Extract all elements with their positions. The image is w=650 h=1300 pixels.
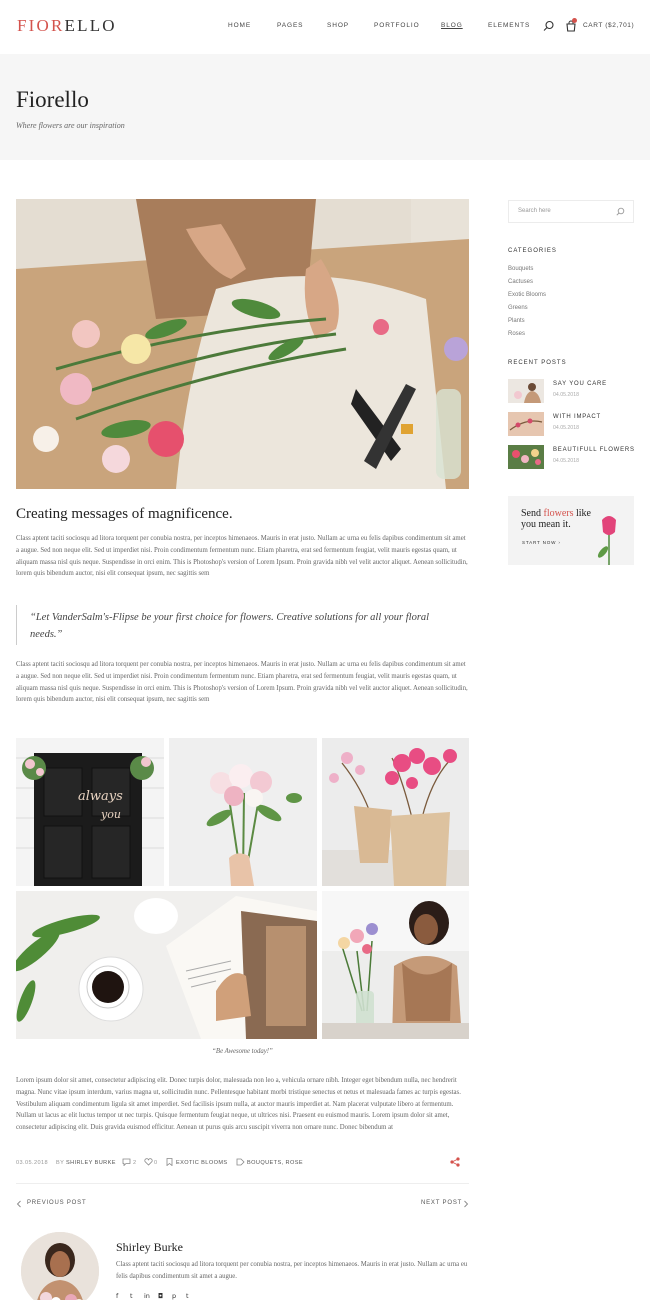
recent-post-date: 04.05.2018 — [553, 392, 579, 398]
divider — [16, 1183, 469, 1184]
svg-text:always: always — [78, 789, 123, 804]
title-banner — [0, 54, 650, 160]
tumblr-icon[interactable]: t — [186, 1292, 189, 1300]
category-roses[interactable]: Roses — [508, 331, 525, 337]
gallery-caption: “Be Awesome today!” — [212, 1048, 273, 1055]
promo-line1-accent: flowers — [543, 508, 574, 519]
page-title: Fiorello — [16, 87, 89, 112]
next-post-link[interactable]: NEXT POST — [421, 1200, 462, 1206]
recent-post-title[interactable]: WITH IMPACT — [553, 414, 601, 420]
post-paragraph-2: Class aptent taciti sociosqu ad litora t… — [16, 661, 468, 704]
nav-home[interactable]: HOME — [228, 22, 251, 29]
nav-elements[interactable]: ELEMENTS — [488, 22, 530, 29]
category-exotic-blooms[interactable]: Exotic Blooms — [508, 292, 546, 298]
gallery-image-potted[interactable] — [322, 738, 469, 886]
logo-accent: FIOR — [17, 16, 65, 35]
nav-blog[interactable]: BLOG — [441, 22, 463, 29]
quote-bar — [16, 605, 17, 645]
post-paragraph-1: Class aptent taciti sociosqu ad litora t… — [16, 535, 468, 578]
gallery-image-florist[interactable] — [322, 891, 469, 1039]
like-count: 0 — [154, 1160, 158, 1166]
linkedin-icon[interactable]: in — [144, 1292, 150, 1300]
recent-post-date: 04.05.2018 — [553, 458, 579, 464]
search-input[interactable]: Search here — [508, 200, 634, 223]
site-logo[interactable]: FIORELLO — [17, 16, 117, 36]
tulip-illustration — [597, 516, 616, 565]
category-greens[interactable]: Greens — [508, 305, 528, 311]
search-icon[interactable] — [543, 20, 555, 32]
category-plants[interactable]: Plants — [508, 318, 525, 324]
logo-rest: ELLO — [64, 16, 117, 35]
hero-image — [16, 199, 469, 489]
recent-post-thumb[interactable] — [508, 379, 544, 403]
pinterest-icon[interactable]: p — [172, 1292, 176, 1300]
recent-post-thumb[interactable] — [508, 412, 544, 436]
promo-line1-end: like — [573, 508, 591, 519]
promo-line2: you mean it. — [521, 519, 571, 530]
share-icon[interactable] — [450, 1157, 460, 1167]
tag-icon — [236, 1158, 245, 1166]
recent-post-title[interactable]: SAY YOU CARE — [553, 381, 607, 387]
previous-post-link[interactable]: PREVIOUS POST — [27, 1200, 86, 1206]
chevron-left-icon[interactable] — [16, 1200, 22, 1208]
facebook-icon[interactable]: f — [116, 1292, 118, 1300]
search-placeholder: Search here — [518, 208, 551, 214]
post-by-label: BY — [56, 1160, 65, 1166]
recent-post-thumb[interactable] — [508, 445, 544, 469]
cart-count-badge — [572, 18, 577, 23]
gallery-image-coffee[interactable] — [16, 891, 317, 1039]
post-author-link[interactable]: SHIRLEY BURKE — [66, 1160, 116, 1166]
svg-text:you: you — [100, 808, 121, 821]
nav-shop[interactable]: SHOP — [327, 22, 349, 29]
post-paragraph-3: Lorem ipsum dolor sit amet, consectetur … — [16, 1077, 461, 1132]
post-title: Creating messages of magnificence. — [16, 506, 233, 522]
category-bouquets[interactable]: Bouquets — [508, 266, 533, 272]
site-header: FIORELLO HOME PAGES SHOP PORTFOLIO BLOG … — [0, 0, 650, 54]
bookmark-icon — [166, 1158, 173, 1166]
recent-post-title[interactable]: BEAUTIFULL FLOWERS — [553, 447, 635, 453]
search-icon[interactable] — [616, 207, 625, 216]
post-quote: “Let VanderSalm's-Flipse be your first c… — [30, 612, 430, 640]
nav-pages[interactable]: PAGES — [277, 22, 303, 29]
recent-posts-heading: RECENT POSTS — [508, 360, 567, 366]
chevron-right-icon[interactable] — [463, 1200, 469, 1208]
page-subtitle: Where flowers are our inspiration — [16, 121, 125, 130]
cart-link[interactable]: CART ($2,701) — [583, 22, 634, 29]
promo-banner[interactable]: Send flowers like you mean it. START NOW… — [508, 496, 634, 565]
heart-icon[interactable] — [144, 1158, 153, 1166]
post-tags-link[interactable]: BOUQUETS, ROSE — [247, 1160, 303, 1166]
recent-post-date: 04.05.2018 — [553, 425, 579, 431]
gallery-image-door[interactable]: always you — [16, 738, 164, 886]
gallery-image-bouquet[interactable] — [169, 738, 317, 886]
post-category-link[interactable]: EXOTIC BLOOMS — [176, 1160, 228, 1166]
promo-headline: Send flowers like you mean it. — [521, 508, 591, 530]
comment-icon[interactable] — [122, 1158, 131, 1166]
promo-line1-start: Send — [521, 508, 544, 519]
categories-heading: CATEGORIES — [508, 248, 557, 254]
author-avatar — [21, 1232, 99, 1300]
nav-portfolio[interactable]: PORTFOLIO — [374, 22, 420, 29]
category-cactuses[interactable]: Cactuses — [508, 279, 533, 285]
instagram-icon[interactable]: ◘ — [158, 1292, 163, 1300]
post-date: 03.05.2018 — [16, 1160, 48, 1166]
author-name: Shirley Burke — [116, 1240, 183, 1254]
comment-count: 2 — [133, 1160, 137, 1166]
promo-start-now-link[interactable]: START NOW › — [522, 540, 561, 545]
twitter-icon[interactable]: t — [130, 1292, 133, 1300]
author-bio: Class aptent taciti sociosqu ad litora t… — [116, 1261, 468, 1280]
